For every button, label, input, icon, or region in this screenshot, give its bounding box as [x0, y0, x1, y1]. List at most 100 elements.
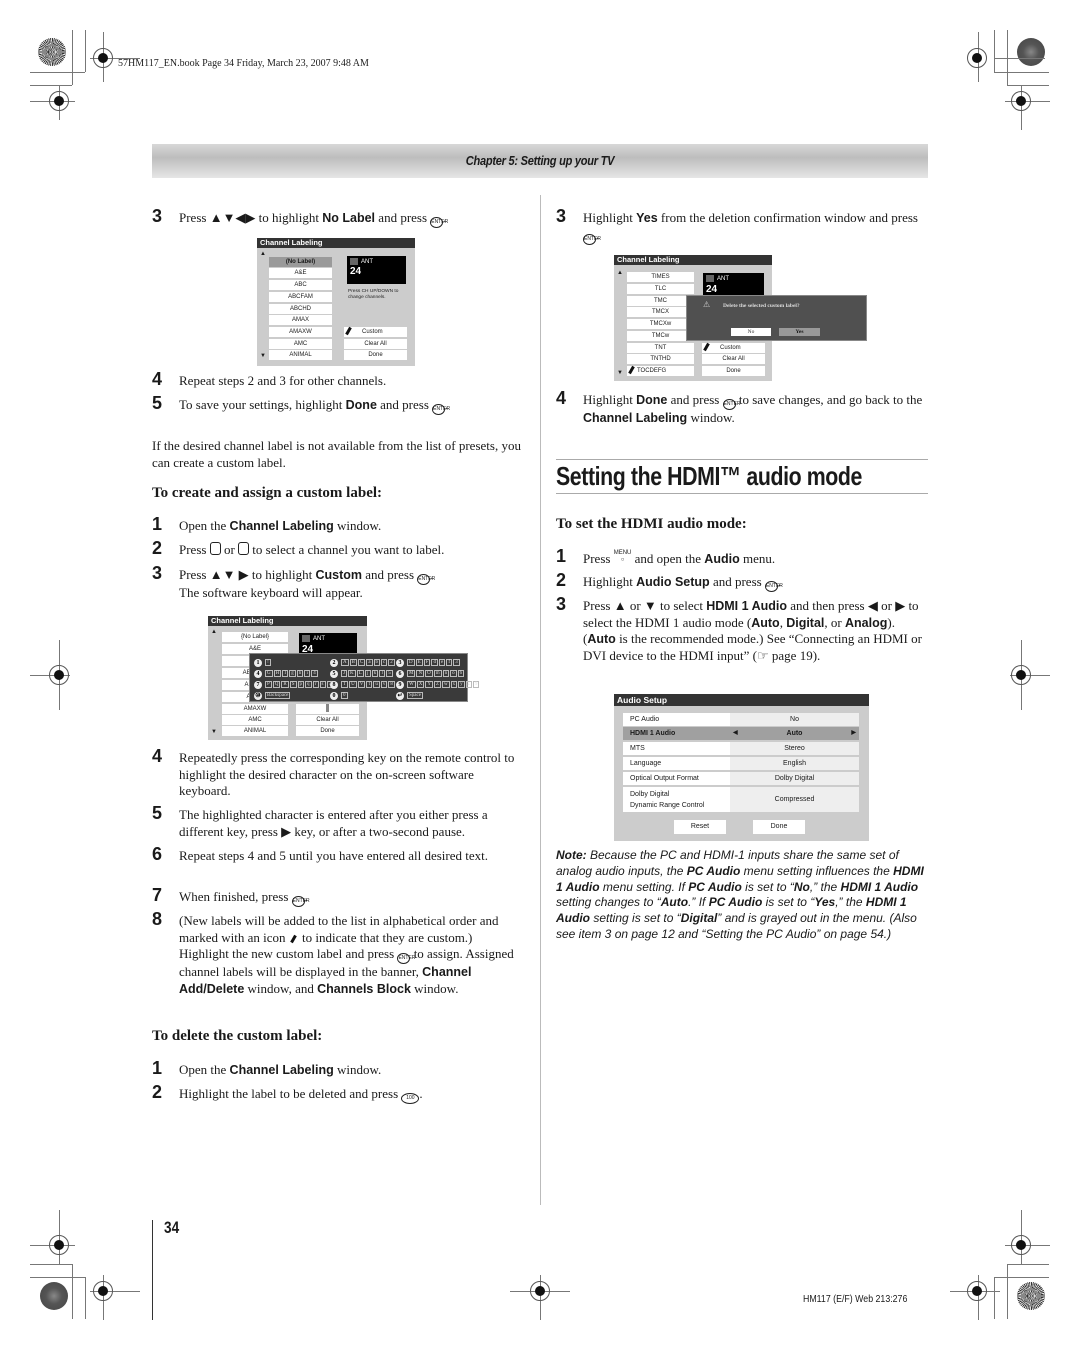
dialog-no-button[interactable]: No: [731, 328, 771, 336]
channel-label-item[interactable]: AMC: [222, 715, 288, 725]
keyboard-char[interactable]: y: [458, 681, 465, 688]
channel-label-item[interactable]: ABCFAM: [269, 292, 332, 302]
keyboard-char[interactable]: Y: [425, 681, 433, 688]
keyboard-char[interactable]: V: [357, 681, 366, 688]
keyboard-char[interactable]: u: [373, 681, 380, 688]
keyboard-key-group[interactable]: 9WXYZwxyz9: [396, 680, 480, 689]
setting-value-hdmi1-audio[interactable]: ◀ Auto ▶: [730, 727, 859, 740]
channel-label-item[interactable]: TMCX: [627, 307, 694, 317]
keyboard-char[interactable]: z: [465, 681, 472, 688]
keyboard-char[interactable]: i: [304, 670, 311, 677]
keyboard-char[interactable]: n: [442, 670, 450, 677]
clear-all-button[interactable]: Clear All: [702, 354, 765, 364]
channel-label-item[interactable]: A&E: [269, 268, 332, 278]
keyboard-char[interactable]: r: [312, 681, 319, 688]
keyboard-key-group[interactable]: 1!: [254, 658, 271, 667]
keyboard-char[interactable]: Backspace: [265, 692, 291, 699]
setting-value-dolby-drc[interactable]: Compressed: [730, 787, 859, 812]
custom-button[interactable]: Custom: [702, 343, 765, 353]
keyboard-char[interactable]: d: [431, 659, 438, 666]
keyboard-char[interactable]: Space: [407, 692, 423, 699]
keyboard-char[interactable]: C: [357, 659, 366, 666]
keyboard-key-group[interactable]: ↵ Space: [396, 691, 423, 700]
keyboard-char[interactable]: M: [407, 670, 416, 677]
keyboard-char[interactable]: J: [341, 670, 347, 677]
channel-label-item-custom[interactable]: TOCDEFG: [627, 366, 694, 376]
keyboard-char[interactable]: g: [289, 670, 296, 677]
keyboard-char[interactable]: 2: [388, 659, 395, 666]
channel-label-item[interactable]: ANIMAL: [222, 726, 288, 736]
keyboard-char[interactable]: W: [407, 681, 416, 688]
scroll-down-arrow-icon[interactable]: ▼: [617, 370, 623, 376]
keyboard-char[interactable]: A: [341, 659, 349, 666]
channel-label-item[interactable]: TLC: [627, 284, 694, 294]
keyboard-key-group[interactable]: 2ABCabc2: [330, 658, 395, 667]
keyboard-char[interactable]: j: [364, 670, 371, 677]
keyboard-char[interactable]: w: [442, 681, 450, 688]
keyboard-char[interactable]: c: [381, 659, 388, 666]
channel-label-item[interactable]: ABCHD: [269, 304, 332, 314]
keyboard-char[interactable]: k: [371, 670, 379, 677]
keyboard-char[interactable]: R: [281, 681, 289, 688]
keyboard-key-group[interactable]: 4GHIghi4: [254, 669, 318, 678]
setting-value-optical-output[interactable]: Dolby Digital: [730, 772, 859, 785]
keyboard-char[interactable]: I: [282, 670, 289, 677]
setting-value-pc-audio[interactable]: No: [730, 713, 859, 726]
setting-value-mts[interactable]: Stereo: [730, 742, 859, 755]
done-button[interactable]: Done: [702, 366, 765, 376]
keyboard-key-group[interactable]: ⑩ Backspace: [254, 691, 291, 700]
channel-label-item[interactable]: AMAXW: [269, 327, 332, 337]
keyboard-key-group[interactable]: 6MNOmno6: [396, 669, 465, 678]
keyboard-char[interactable]: q: [305, 681, 312, 688]
keyboard-char[interactable]: E: [415, 659, 423, 666]
channel-label-item[interactable]: AMC: [269, 339, 332, 349]
clear-all-button[interactable]: Clear All: [344, 339, 407, 349]
channel-label-item[interactable]: (No Label): [269, 257, 332, 267]
keyboard-char[interactable]: e: [438, 659, 446, 666]
keyboard-char[interactable]: 8: [388, 681, 395, 688]
keyboard-key-group[interactable]: 00: [330, 691, 348, 700]
channel-label-item[interactable]: {No Label}: [222, 632, 288, 642]
keyboard-char[interactable]: 6: [457, 670, 465, 677]
keyboard-key-group[interactable]: 7PQRSpqrs7: [254, 680, 334, 689]
keyboard-char[interactable]: 0: [341, 692, 348, 699]
keyboard-char[interactable]: G: [265, 670, 273, 677]
channel-label-item[interactable]: TIMES: [627, 272, 694, 282]
keyboard-char[interactable]: 9: [472, 681, 480, 688]
keyboard-char[interactable]: T: [341, 681, 349, 688]
keyboard-char[interactable]: s: [319, 681, 326, 688]
channel-label-item[interactable]: AMAX: [269, 315, 332, 325]
keyboard-char[interactable]: h: [296, 670, 304, 677]
keyboard-char[interactable]: t: [366, 681, 373, 688]
channel-label-item[interactable]: TNT: [627, 343, 694, 353]
channel-label-item[interactable]: TMCXw: [627, 319, 694, 329]
keyboard-char[interactable]: O: [425, 670, 433, 677]
keyboard-char[interactable]: v: [380, 681, 388, 688]
custom-button[interactable]: [296, 704, 359, 714]
channel-label-item[interactable]: TNTHD: [627, 354, 694, 364]
scroll-down-arrow-icon[interactable]: ▼: [260, 353, 266, 359]
keyboard-char[interactable]: B: [349, 659, 357, 666]
arrow-left-icon[interactable]: ◀: [733, 727, 738, 740]
scroll-up-arrow-icon[interactable]: ▲: [211, 629, 217, 635]
channel-label-item[interactable]: TMCw: [627, 331, 694, 341]
done-button[interactable]: Done: [344, 350, 407, 360]
setting-value-language[interactable]: English: [730, 757, 859, 770]
keyboard-char[interactable]: N: [416, 670, 425, 677]
keyboard-key-group[interactable]: 5JKLjkl5: [330, 669, 393, 678]
clear-all-button[interactable]: Clear All: [296, 715, 359, 725]
keyboard-char[interactable]: !: [265, 659, 271, 666]
keyboard-key-group[interactable]: 8TUVtuv8: [330, 680, 395, 689]
scroll-up-arrow-icon[interactable]: ▲: [260, 251, 266, 257]
keyboard-char[interactable]: a: [366, 659, 373, 666]
keyboard-key-group[interactable]: 3DEFdef3: [396, 658, 460, 667]
keyboard-char[interactable]: p: [297, 681, 305, 688]
keyboard-char[interactable]: K: [348, 670, 356, 677]
channel-label-item[interactable]: ANIMAL: [269, 350, 332, 360]
keyboard-char[interactable]: F: [423, 659, 431, 666]
keyboard-char[interactable]: l: [379, 670, 386, 677]
done-button[interactable]: Done: [753, 820, 805, 834]
keyboard-char[interactable]: L: [356, 670, 364, 677]
keyboard-char[interactable]: m: [433, 670, 442, 677]
keyboard-char[interactable]: x: [450, 681, 458, 688]
